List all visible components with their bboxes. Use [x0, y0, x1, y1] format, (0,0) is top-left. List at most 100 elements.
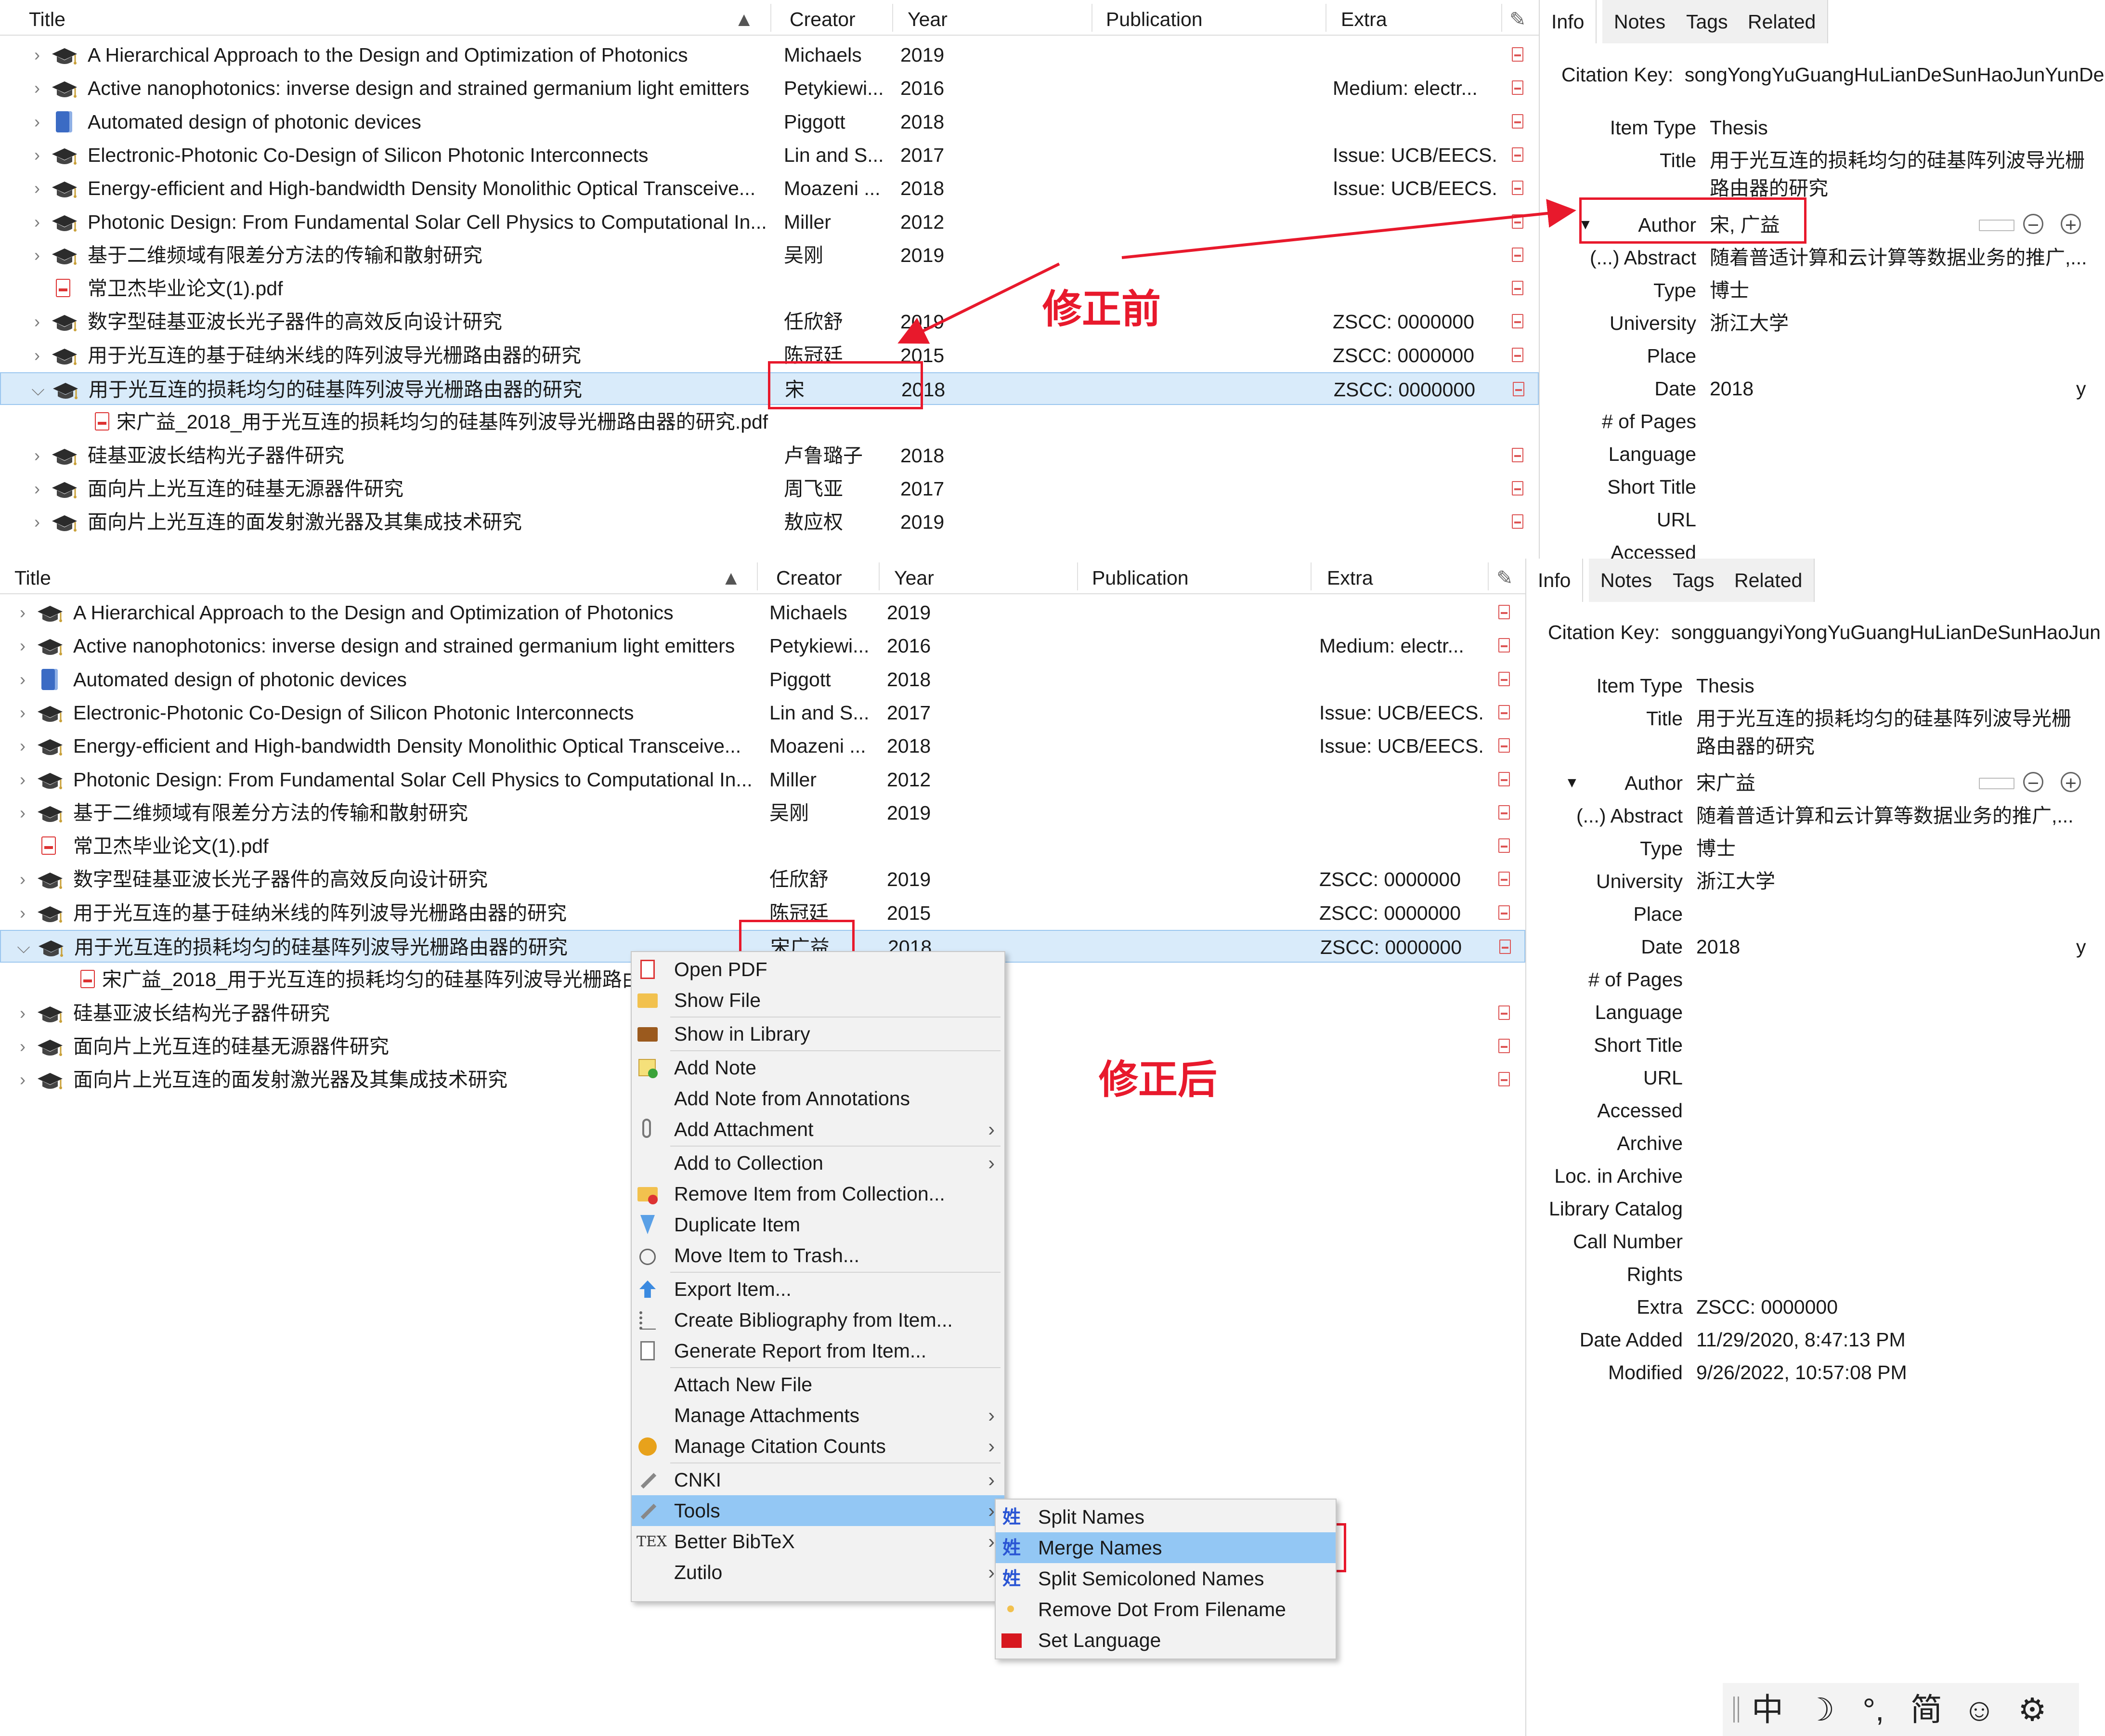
add-creator-icon[interactable]: + [2061, 772, 2081, 793]
field-value[interactable]: 11/29/2020, 8:47:13 PM [1696, 1324, 2099, 1356]
expanded-chevron-icon[interactable]: ⌵ [16, 931, 31, 964]
book-icon [41, 668, 58, 690]
pdf-attachment-icon[interactable] [1498, 805, 1510, 820]
menu-item-better-bibtex[interactable]: TEX Better BibTeX › [632, 1526, 1004, 1557]
creator-menu-triangle-icon[interactable]: ▼ [1565, 767, 1579, 799]
menu-item-cnki[interactable]: CNKI › [632, 1464, 1004, 1495]
field-value[interactable]: 博士 [1696, 833, 2099, 864]
field-label: Date [1641, 936, 1683, 958]
menu-item-open-pdf[interactable]: Open PDF [632, 954, 1004, 985]
menu-item-split-semicoloned-names[interactable]: 姓 Split Semicoloned Names [996, 1563, 1336, 1594]
pdf-attachment-icon[interactable] [1498, 1005, 1510, 1020]
settings-gear-icon[interactable]: ⚙ [2006, 1683, 2059, 1736]
collapsed-chevron-icon[interactable]: › [15, 596, 30, 629]
field-value[interactable]: 浙江大学 [1696, 865, 2099, 897]
menu-item-manage-citation-counts[interactable]: Manage Citation Counts › [632, 1431, 1004, 1462]
menu-item-tools[interactable]: Tools › [632, 1495, 1004, 1526]
collapsed-chevron-icon[interactable]: › [15, 796, 30, 829]
item-row[interactable]: › A Hierarchical Approach to the Design a… [0, 596, 1525, 629]
submenu-arrow-icon: › [988, 1500, 995, 1522]
menu-item-add-note-from-annotations[interactable]: Add Note from Annotations [632, 1083, 1004, 1114]
citation-counts-icon [637, 1436, 659, 1458]
menu-item-add-note[interactable]: Add Note [632, 1052, 1004, 1083]
menu-item-remove-item-from-collection[interactable]: Remove Item from Collection... [632, 1178, 1004, 1209]
collapsed-chevron-icon[interactable]: › [15, 763, 30, 796]
menu-item-export-item[interactable]: Export Item... [632, 1274, 1004, 1305]
menu-item-add-attachment[interactable]: Add Attachment › [632, 1114, 1004, 1145]
menu-item-attach-new-file[interactable]: Attach New File [632, 1369, 1004, 1400]
collapsed-chevron-icon[interactable]: › [15, 863, 30, 896]
collapsed-chevron-icon[interactable]: › [15, 730, 30, 762]
menu-item-label: Better BibTeX [674, 1530, 795, 1553]
menu-item-label: Duplicate Item [674, 1214, 801, 1236]
item-row[interactable]: › 基于二维频域有限差分方法的传输和散射研究 吴刚 2019 [0, 796, 1525, 829]
flag-icon [1001, 1630, 1023, 1652]
collapsed-chevron-icon[interactable]: › [15, 997, 30, 1030]
pdf-attachment-icon[interactable] [1499, 940, 1511, 954]
grip-icon[interactable] [1733, 1697, 1739, 1723]
pdf-attachment-icon[interactable] [1498, 638, 1510, 653]
field-date-added: Date Added 11/29/2020, 8:47:13 PM [1526, 1324, 2105, 1356]
field-value[interactable]: 9/26/2022, 10:57:08 PM [1696, 1357, 2099, 1388]
menu-item-zutilo[interactable]: Zutilo › [632, 1557, 1004, 1588]
field-value[interactable]: 2018 [1696, 931, 2099, 963]
remove-creator-icon[interactable]: − [2023, 772, 2043, 793]
field-value[interactable]: Thesis [1696, 670, 2099, 702]
title-cell: Electronic-Photonic Co-Design of Silicon… [73, 701, 634, 724]
field-value[interactable]: 用于光互连的损耗均匀的硅基阵列波导光栅 [1696, 703, 2099, 734]
pdf-icon [41, 836, 56, 855]
pdf-attachment-icon[interactable] [1498, 1038, 1510, 1053]
field-value-line2: 路由器的研究 [1696, 735, 1815, 757]
creator-cell: Michaels [769, 601, 847, 624]
item-row[interactable]: › Energy-efficient and High-bandwidth Den… [0, 730, 1525, 762]
menu-item-split-names[interactable]: 姓 Split Names [996, 1501, 1336, 1532]
item-row[interactable]: › Automated design of photonic devices Pig… [0, 663, 1525, 696]
collapsed-chevron-icon[interactable]: › [15, 663, 30, 696]
pdf-attachment-icon[interactable] [1498, 771, 1510, 786]
item-row[interactable]: › 数字型硅基亚波长光子器件的高效反向设计研究 任欣舒 2019 ZSCC: 00000… [0, 863, 1525, 896]
item-row[interactable]: › Active nanophotonics: inverse design an… [0, 629, 1525, 662]
moon-icon[interactable]: ☽ [1794, 1683, 1847, 1736]
menu-item-show-in-library[interactable]: Show in Library [632, 1018, 1004, 1049]
date-format-indicator: y [2076, 936, 2086, 958]
pdf-attachment-icon[interactable] [1498, 872, 1510, 887]
menu-item-move-item-to-trash[interactable]: Move Item to Trash... [632, 1240, 1004, 1271]
pdf-attachment-icon[interactable] [1498, 605, 1510, 619]
library-icon [637, 1023, 659, 1045]
menu-item-duplicate-item[interactable]: Duplicate Item [632, 1209, 1004, 1240]
collapsed-chevron-icon[interactable]: › [15, 696, 30, 729]
emoji-icon[interactable]: ☺ [1953, 1683, 2006, 1736]
menu-item-remove-dot-from-filename[interactable]: Remove Dot From Filename [996, 1594, 1336, 1625]
field-university: University 浙江大学 [1526, 865, 2105, 897]
pdf-attachment-icon[interactable] [1498, 838, 1510, 853]
punctuation-icon[interactable]: °, [1847, 1683, 1900, 1736]
pdf-attachment-icon[interactable] [1498, 1072, 1510, 1087]
name-icon: 姓 [1002, 1538, 1021, 1558]
annotation-arrows [897, 199, 1576, 344]
pdf-attachment-icon[interactable] [1498, 905, 1510, 920]
citation-key-value[interactable]: songguangyiYongYuGuangHuLianDeSunHaoJun [1671, 621, 2101, 643]
swap-name-icon[interactable] [1979, 778, 2014, 789]
year-cell [887, 830, 959, 862]
field-value[interactable]: ZSCC: 0000000 [1696, 1291, 2099, 1323]
item-row[interactable]: › Photonic Design: From Fundamental Solar… [0, 763, 1525, 796]
collapsed-chevron-icon[interactable]: › [15, 897, 30, 929]
collapsed-chevron-icon[interactable]: › [15, 1063, 30, 1096]
menu-item-set-language[interactable]: Set Language [996, 1625, 1336, 1656]
pdf-attachment-icon[interactable] [1498, 705, 1510, 719]
menu-item-add-to-collection[interactable]: Add to Collection › [632, 1148, 1004, 1178]
menu-item-merge-names[interactable]: 姓 Merge Names [996, 1532, 1336, 1563]
pdf-attachment-icon[interactable] [1498, 738, 1510, 753]
attachment-row[interactable]: 常卫杰毕业论文(1).pdf [0, 830, 1525, 862]
menu-item-generate-report-from-item[interactable]: Generate Report from Item... [632, 1335, 1004, 1366]
field-value[interactable]: 随着普适计算和云计算等数据业务的推广,... [1696, 800, 2099, 832]
menu-item-show-file[interactable]: Show File [632, 985, 1004, 1016]
pdf-attachment-icon[interactable] [1498, 671, 1510, 686]
ime-chinese-mode[interactable]: 中 [1741, 1683, 1794, 1736]
menu-item-manage-attachments[interactable]: Manage Attachments › [632, 1400, 1004, 1431]
collapsed-chevron-icon[interactable]: › [15, 1030, 30, 1063]
item-row[interactable]: › Electronic-Photonic Co-Design of Silico… [0, 696, 1525, 729]
simplified-chinese-toggle[interactable]: 简 [1900, 1683, 1953, 1736]
menu-item-create-bibliography-from-item[interactable]: Create Bibliography from Item... [632, 1305, 1004, 1335]
collapsed-chevron-icon[interactable]: › [15, 629, 30, 662]
